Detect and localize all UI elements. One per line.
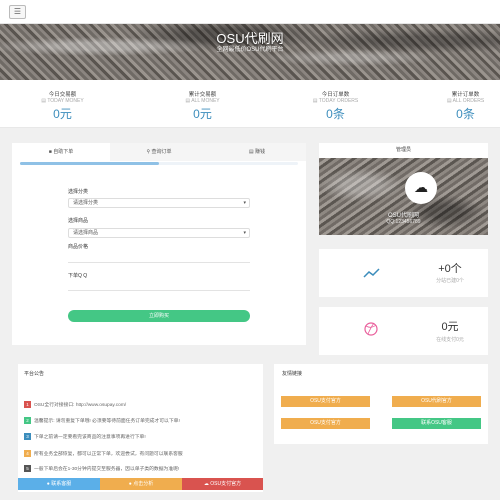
- qq-label: 下单Q Q: [68, 273, 88, 279]
- info-icon-area: [319, 249, 423, 297]
- tab-query-order[interactable]: ⚲ 查询订单: [110, 143, 208, 161]
- stat-sublabel: ▤ ALL MONEY: [185, 98, 220, 104]
- chevron-down-icon: ▾: [243, 230, 246, 236]
- qq-field[interactable]: [68, 290, 250, 291]
- product-select[interactable]: 请选择商品 ▾: [68, 228, 250, 238]
- online-pay-sub: 在线支付0元: [436, 337, 464, 343]
- online-pay-amount: 0元: [441, 321, 459, 333]
- info-icon-area: [319, 307, 423, 355]
- contact-service-button[interactable]: ● 联系客服: [18, 478, 100, 490]
- dribbble-icon: [364, 322, 378, 336]
- stat-sublabel: ▤ TODAY ORDERS: [312, 98, 359, 104]
- stats-bar: 今日交易额 ▤ TODAY MONEY 0元 累计交易额 ▤ ALL MONEY…: [0, 80, 500, 128]
- stat-label: 今日交易额: [48, 92, 77, 98]
- menu-icon[interactable]: ☰: [9, 5, 26, 19]
- stat-all-orders: 累计订单数 ▤ ALL ORDERS 0条: [403, 80, 500, 128]
- stat-all-money: 累计交易额 ▤ ALL MONEY 0元: [140, 80, 265, 128]
- stat-label: 累计交易额: [188, 92, 217, 98]
- substation-count: +0个: [438, 263, 462, 275]
- category-label: 选择分类: [68, 189, 89, 195]
- tab-progress-track: [20, 162, 298, 165]
- stat-value: 0元: [193, 107, 212, 121]
- site-subtitle: 全网最低价OSU代刷平台: [216, 47, 284, 53]
- announcement-item: 5 一般下单后会在1-30分钟内提交至服务器，因以单子类的数据为准呢!: [24, 465, 256, 474]
- trend-icon: [363, 268, 380, 278]
- stat-sublabel: ▤ TODAY MONEY: [41, 98, 84, 104]
- links-title: 友情链接: [282, 371, 303, 377]
- stat-label: 累计订单数: [451, 92, 480, 98]
- admin-name: OSU代刷网: [387, 213, 419, 219]
- link-button[interactable]: OSU代刷官方: [392, 396, 481, 407]
- admin-header: 管理员: [319, 143, 488, 158]
- admin-qq: QQ:123456789: [386, 219, 421, 225]
- stat-today-orders: 今日订单数 ▤ TODAY ORDERS 0条: [273, 80, 398, 128]
- announcement-item: 3 下单之前请一定要看完该商品的注意事项再进行下单!: [24, 433, 256, 442]
- announcement-item: 4 所有业务全部恢复，都可以正常下单，欢迎尝试，有问题可以联系客服: [24, 450, 256, 459]
- link-button[interactable]: 联系OSU客服: [392, 418, 481, 429]
- buy-now-button[interactable]: 立即购买: [68, 310, 250, 322]
- avatar-icon: ☁: [405, 172, 437, 204]
- stat-sublabel: ▤ ALL ORDERS: [446, 98, 485, 104]
- tab-self-order[interactable]: ■ 自助下单: [12, 143, 110, 161]
- tab-earn[interactable]: ▤ 赚钱: [208, 143, 306, 161]
- stat-value: 0元: [53, 107, 72, 121]
- stat-label: 今日订单数: [321, 92, 350, 98]
- analysis-button[interactable]: ● 点击分析: [100, 478, 182, 490]
- category-select[interactable]: 请选择分类 ▾: [68, 198, 250, 208]
- announcement-title: 平台公告: [24, 371, 45, 377]
- stat-value: 0条: [456, 107, 475, 121]
- substation-sub: 分站已建0个: [436, 278, 464, 284]
- stat-today-money: 今日交易额 ▤ TODAY MONEY 0元: [0, 80, 125, 128]
- official-pay-button[interactable]: ☁ OSU支付官方: [182, 478, 263, 490]
- price-label: 商品价格: [68, 244, 89, 250]
- stat-value: 0条: [326, 107, 345, 121]
- top-navbar: ☰: [0, 0, 500, 24]
- product-label: 选择商品: [68, 218, 89, 224]
- link-button[interactable]: OSU支付官方: [281, 396, 370, 407]
- price-field[interactable]: [68, 262, 250, 263]
- announcement-item: 1 OSU全行对接接口: http://www.osupay.com/: [24, 401, 256, 410]
- chevron-down-icon: ▾: [243, 200, 246, 206]
- link-button[interactable]: OSU支付官方: [281, 418, 370, 429]
- tab-progress-fill: [20, 162, 159, 165]
- announcement-item: 2 温馨提示: 请勿重复下单哦! 必须要等待前面任务订单完成才可以下单!: [24, 417, 256, 426]
